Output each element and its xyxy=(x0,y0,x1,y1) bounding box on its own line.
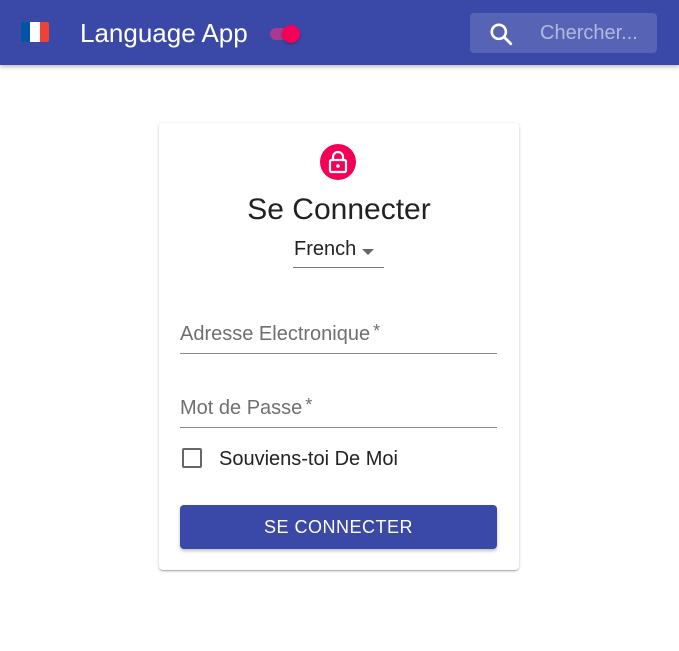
sign-in-button[interactable]: SE CONNECTER xyxy=(180,505,497,549)
french-flag-icon xyxy=(21,22,49,42)
lock-icon xyxy=(328,150,348,174)
email-input[interactable] xyxy=(180,321,497,349)
search-box[interactable] xyxy=(470,13,657,53)
remember-me-checkbox[interactable] xyxy=(182,448,202,468)
search-input[interactable] xyxy=(540,19,652,47)
chevron-down-icon xyxy=(362,249,374,255)
password-field[interactable]: Mot de Passe * xyxy=(180,395,497,428)
app-bar: Language App xyxy=(0,0,679,65)
theme-toggle[interactable] xyxy=(268,25,302,43)
password-input[interactable] xyxy=(180,395,497,423)
search-icon xyxy=(488,21,514,47)
app-title: Language App xyxy=(80,18,248,48)
language-select[interactable]: French xyxy=(293,237,384,268)
remember-me-row: Souviens-toi De Moi xyxy=(180,445,440,475)
language-select-value: French xyxy=(294,238,357,260)
lock-avatar xyxy=(320,144,356,180)
toggle-knob xyxy=(282,25,300,43)
remember-me-label[interactable]: Souviens-toi De Moi xyxy=(219,446,398,472)
email-field[interactable]: Adresse Electronique * xyxy=(180,321,497,354)
login-card: Se Connecter French Adresse Electronique… xyxy=(159,123,519,570)
login-title: Se Connecter xyxy=(247,193,431,226)
